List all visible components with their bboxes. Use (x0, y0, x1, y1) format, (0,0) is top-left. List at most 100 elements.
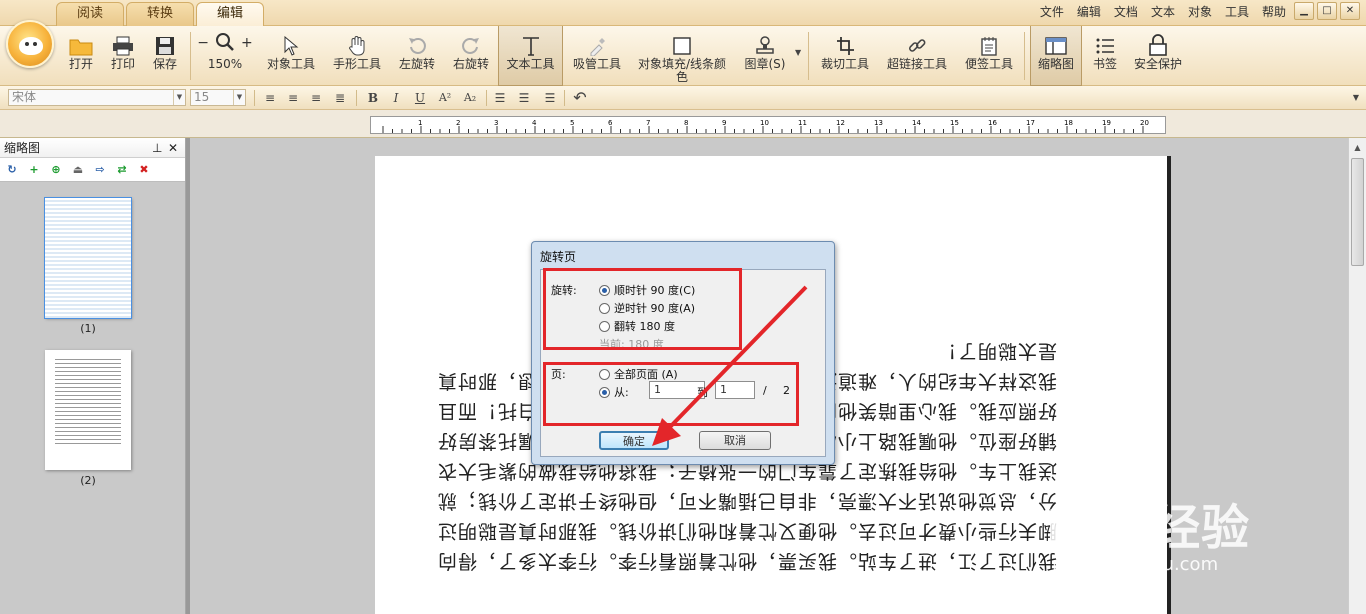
menu-tools[interactable]: 工具 (1225, 3, 1249, 20)
menu-object[interactable]: 对象 (1188, 3, 1212, 20)
magnifier-icon (215, 32, 235, 55)
ruler-tick-label: 6 (608, 119, 613, 127)
menu-edit[interactable]: 编辑 (1077, 3, 1101, 20)
bookmark-button[interactable]: 书签 (1088, 26, 1122, 86)
menu-help[interactable]: 帮助 (1262, 3, 1286, 20)
notepad-icon (980, 26, 998, 56)
extract-page-icon[interactable]: ⏏ (70, 162, 86, 178)
superscript-button[interactable]: A² (435, 89, 455, 107)
ruler-tick-label: 16 (988, 119, 997, 127)
font-size-select[interactable]: 15 ▼ (190, 89, 246, 106)
scroll-up-icon[interactable]: ▲ (1350, 140, 1365, 155)
align-left-button[interactable]: ≡ (260, 89, 280, 107)
menu-document[interactable]: 文档 (1114, 3, 1138, 20)
align-center-button[interactable]: ≡ (283, 89, 303, 107)
maximize-button[interactable]: □ (1317, 2, 1337, 20)
font-family-select[interactable]: 宋体 ▼ (8, 89, 186, 106)
zoom-level[interactable]: 150% (208, 58, 242, 71)
hyperlink-tool-button[interactable]: 超链接工具 (884, 26, 950, 86)
ruler-tick-label: 9 (722, 119, 726, 127)
undo-button[interactable]: ↶ (570, 89, 590, 107)
object-tool-button[interactable]: 对象工具 (264, 26, 318, 86)
rotate-page-icon[interactable]: ↻ (4, 162, 20, 178)
stamp-button[interactable]: 图章(S) (742, 26, 788, 86)
list-icon (1095, 26, 1115, 56)
rotate-left-button[interactable]: 左旋转 (396, 26, 438, 86)
ok-button[interactable]: 确定 (599, 431, 669, 450)
ribbon-toolbar: 打开 打印 保存 − + 150% 对象工具 手形工具 左旋转 右旋转 文本工具… (0, 26, 1366, 86)
ruler-tick-label: 12 (836, 119, 845, 127)
open-button[interactable]: 打开 (64, 26, 98, 86)
ruler-tick-label: 13 (874, 119, 883, 127)
ruler-tick-label: 20 (1140, 119, 1149, 127)
export-page-icon[interactable]: ⇨ (92, 162, 108, 178)
chevron-down-icon: ▼ (1352, 93, 1360, 102)
align-center-icon: ≡ (287, 91, 299, 105)
separator (190, 32, 191, 80)
security-button[interactable]: 安全保护 (1130, 26, 1186, 86)
delete-page-icon[interactable]: ✖ (136, 162, 152, 178)
horizontal-ruler: 1 2 3 4 5 6 7 8 9 10 11 12 13 14 15 16 17 18 19 20 (370, 116, 1166, 134)
undo-arrow-icon: ↶ (573, 88, 587, 107)
mode-tabs: 阅读 转换 编辑 (56, 2, 266, 26)
zoom-out-button[interactable]: − (197, 35, 209, 51)
cancel-button[interactable]: 取消 (699, 431, 771, 450)
font-size-value: 15 (194, 90, 210, 104)
align-right-button[interactable]: ≡ (306, 89, 326, 107)
ruler-tick-label: 7 (646, 119, 650, 127)
floppy-icon (155, 26, 175, 56)
rotate-left-label: 左旋转 (398, 57, 435, 71)
scrollbar-thumb[interactable] (1351, 158, 1364, 266)
subscript-button[interactable]: A₂ (460, 89, 480, 107)
ruler-tick-label: 4 (532, 119, 537, 127)
italic-button[interactable]: I (386, 89, 406, 107)
menu-text[interactable]: 文本 (1151, 3, 1175, 20)
underline-button[interactable]: U (410, 89, 430, 107)
logo-face-icon (19, 37, 43, 55)
bold-button[interactable]: B (363, 89, 383, 107)
close-icon[interactable]: ✕ (168, 138, 178, 158)
insert-page-icon[interactable]: ⊕ (48, 162, 64, 178)
tab-convert[interactable]: 转换 (126, 2, 195, 26)
tab-edit[interactable]: 编辑 (196, 2, 265, 26)
ruler-tick-label: 19 (1102, 119, 1111, 127)
vertical-scrollbar[interactable]: ▲ (1348, 138, 1366, 614)
page-thumbnail-1[interactable] (44, 197, 132, 319)
rotate-right-button[interactable]: 右旋转 (450, 26, 492, 86)
app-logo[interactable] (6, 20, 54, 68)
pin-icon[interactable]: ⊥ (152, 138, 162, 158)
replace-page-icon[interactable]: ⇄ (114, 162, 130, 178)
print-button[interactable]: 打印 (106, 26, 140, 86)
add-page-icon[interactable]: + (26, 162, 42, 178)
bookmark-label: 书签 (1092, 57, 1117, 71)
stamp-dropdown-icon[interactable]: ▼ (795, 48, 801, 57)
printer-icon (112, 26, 134, 56)
minimize-button[interactable]: ▁ (1294, 2, 1314, 20)
tab-read[interactable]: 阅读 (56, 2, 125, 26)
note-tool-button[interactable]: 便签工具 (962, 26, 1016, 86)
rotate-right-icon (461, 26, 481, 56)
text-tool-button[interactable]: 文本工具 (498, 26, 563, 86)
justify-button[interactable]: ≣ (330, 89, 350, 107)
toolbar-overflow-button[interactable]: ▼ (1350, 89, 1362, 107)
highlight-page-range (543, 362, 799, 426)
indent-icon: ☰ (544, 91, 556, 105)
align-right-icon: ≡ (310, 91, 322, 105)
hand-tool-button[interactable]: 手形工具 (330, 26, 384, 86)
save-button[interactable]: 保存 (148, 26, 182, 86)
menu-file[interactable]: 文件 (1040, 3, 1064, 20)
close-button[interactable]: ✕ (1340, 2, 1360, 20)
thumbnail-toggle-button[interactable]: 缩略图 (1030, 26, 1082, 86)
zoom-in-button[interactable]: + (241, 35, 253, 51)
save-label: 保存 (152, 57, 177, 71)
ruler-tick-label: 14 (912, 119, 921, 127)
page-thumbnail-label: (2) (80, 474, 96, 487)
eyedropper-button[interactable]: 吸管工具 (570, 26, 624, 86)
indent-button[interactable]: ☰ (540, 89, 560, 107)
crop-tool-button[interactable]: 裁切工具 (818, 26, 872, 86)
line-spacing-button[interactable]: ☰ (490, 89, 510, 107)
paragraph-spacing-button[interactable]: ☰ (514, 89, 534, 107)
fill-stroke-button[interactable]: 对象填充/线条颜 色 (634, 26, 730, 86)
page-thumbnail-2[interactable] (45, 350, 131, 470)
ruler-tick-label: 3 (494, 119, 498, 127)
